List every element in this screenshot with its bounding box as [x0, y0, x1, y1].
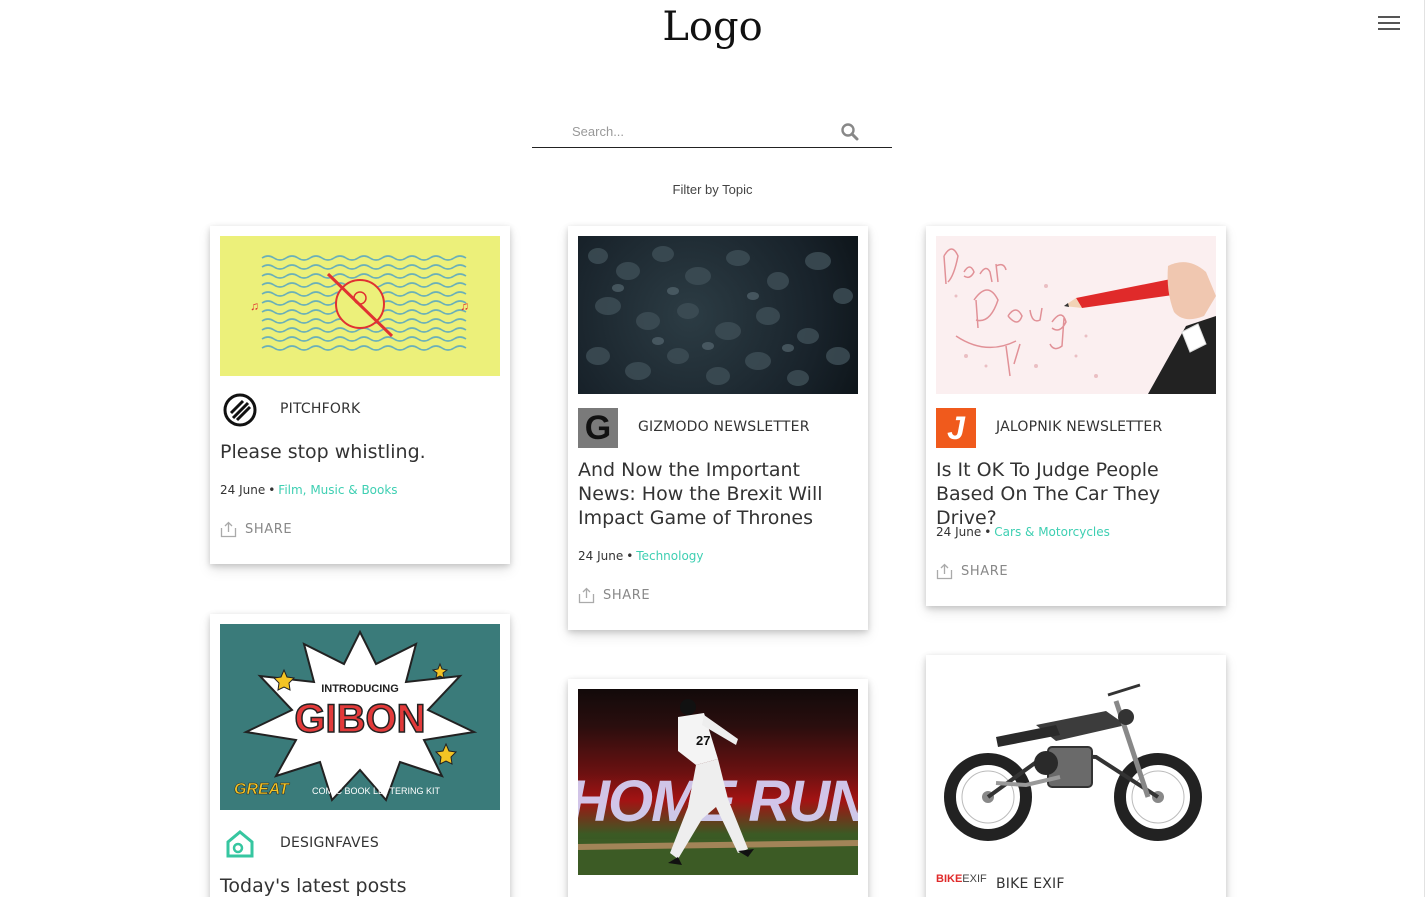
site-logo[interactable]: Logo — [0, 4, 1425, 50]
article-card-pitchfork[interactable]: ♫ ♫ PITCHFORK Please stop whistling. 24 … — [210, 226, 510, 564]
svg-text:♫: ♫ — [460, 299, 469, 313]
article-card-designfaves[interactable]: INTRODUCING GIBON GREAT COMIC BOOK LETTE… — [210, 614, 510, 897]
search-input[interactable] — [572, 124, 852, 139]
article-title[interactable]: Is It OK To Judge People Based On The Ca… — [936, 458, 1221, 530]
article-title[interactable]: Please stop whistling. — [220, 440, 505, 464]
share-icon — [220, 521, 237, 538]
filter-by-topic-link[interactable]: Filter by Topic — [0, 182, 1425, 197]
source-name[interactable]: JALOPNIK NEWSLETTER — [996, 419, 1162, 435]
article-image[interactable]: ♫ ♫ — [220, 236, 500, 376]
dear-doug-pencil-illustration — [943, 248, 1216, 394]
meta-separator: • — [626, 549, 634, 563]
article-card-baseball[interactable]: HOME RUN 27 — [568, 679, 868, 897]
article-card-gizmodo[interactable]: G GIZMODO NEWSLETTER And Now the Importa… — [568, 226, 868, 630]
article-meta: 24 June • Technology — [578, 549, 704, 563]
menu-bar — [1378, 22, 1400, 24]
gibon-name-text: GIBON — [294, 697, 425, 741]
jalopnik-logo-icon: J — [936, 408, 976, 448]
search-icon[interactable] — [840, 122, 860, 142]
bike-exif-logo-part1: BIKE — [936, 873, 963, 885]
share-button[interactable]: SHARE — [578, 587, 650, 604]
share-button[interactable]: SHARE — [936, 563, 1008, 580]
gibon-comic-lettering-image: INTRODUCING GIBON GREAT COMIC BOOK LETTE… — [234, 629, 478, 802]
menu-bar — [1378, 16, 1400, 18]
share-icon — [578, 587, 595, 604]
topic-link[interactable]: Technology — [636, 549, 703, 563]
article-meta: 24 June • Film, Music & Books — [220, 483, 398, 497]
article-image[interactable] — [936, 665, 1216, 851]
share-label: SHARE — [245, 522, 293, 537]
pitchfork-logo-icon — [220, 390, 260, 430]
meta-separator: • — [268, 483, 276, 497]
article-image[interactable] — [936, 236, 1216, 394]
gibon-kit-text: COMIC BOOK LETTERING KIT — [312, 786, 441, 796]
article-card-bike-exif[interactable]: BIKE EXIF BIKE EXIF — [926, 655, 1226, 897]
article-title[interactable]: And Now the Important News: How the Brex… — [578, 458, 863, 530]
share-button[interactable]: SHARE — [220, 521, 292, 538]
share-label: SHARE — [603, 588, 651, 603]
meta-separator: • — [984, 525, 992, 539]
source-name[interactable]: DESIGNFAVES — [280, 835, 379, 851]
menu-bar — [1378, 28, 1400, 30]
article-date: 24 June — [220, 483, 266, 497]
home-run-photo: HOME RUN 27 — [578, 699, 858, 875]
source-name[interactable]: BIKE EXIF — [996, 876, 1065, 892]
svg-text:♫: ♫ — [250, 299, 259, 313]
search-bar — [532, 118, 892, 148]
article-date: 24 June — [578, 549, 624, 563]
source-name[interactable]: GIZMODO NEWSLETTER — [638, 419, 810, 435]
source-name[interactable]: PITCHFORK — [280, 401, 360, 417]
jersey-number: 27 — [696, 733, 710, 748]
gibon-intro-text: INTRODUCING — [321, 683, 399, 695]
article-meta: 24 June • Cars & Motorcycles — [936, 525, 1110, 539]
motorcycle-photo — [944, 683, 1202, 841]
article-card-jalopnik[interactable]: J JALOPNIK NEWSLETTER Is It OK To Judge … — [926, 226, 1226, 606]
article-image[interactable]: INTRODUCING GIBON GREAT COMIC BOOK LETTE… — [220, 624, 500, 810]
gibon-great-text: GREAT — [234, 781, 290, 798]
topic-link[interactable]: Film, Music & Books — [278, 483, 397, 497]
share-label: SHARE — [961, 564, 1009, 579]
whistle-illustration: ♫ ♫ — [250, 255, 469, 351]
hamburger-menu-icon[interactable] — [1378, 16, 1400, 34]
gizmodo-logo-icon: G — [578, 408, 618, 448]
share-icon — [936, 563, 953, 580]
article-date: 24 June — [936, 525, 982, 539]
topic-link[interactable]: Cars & Motorcycles — [994, 525, 1110, 539]
bike-exif-logo-part2: EXIF — [962, 873, 987, 885]
article-title[interactable]: Today's latest posts — [220, 874, 505, 897]
article-image[interactable] — [578, 236, 858, 394]
designfaves-logo-icon — [220, 824, 260, 864]
crowd-photo — [586, 246, 853, 386]
article-image[interactable]: HOME RUN 27 — [578, 689, 858, 875]
